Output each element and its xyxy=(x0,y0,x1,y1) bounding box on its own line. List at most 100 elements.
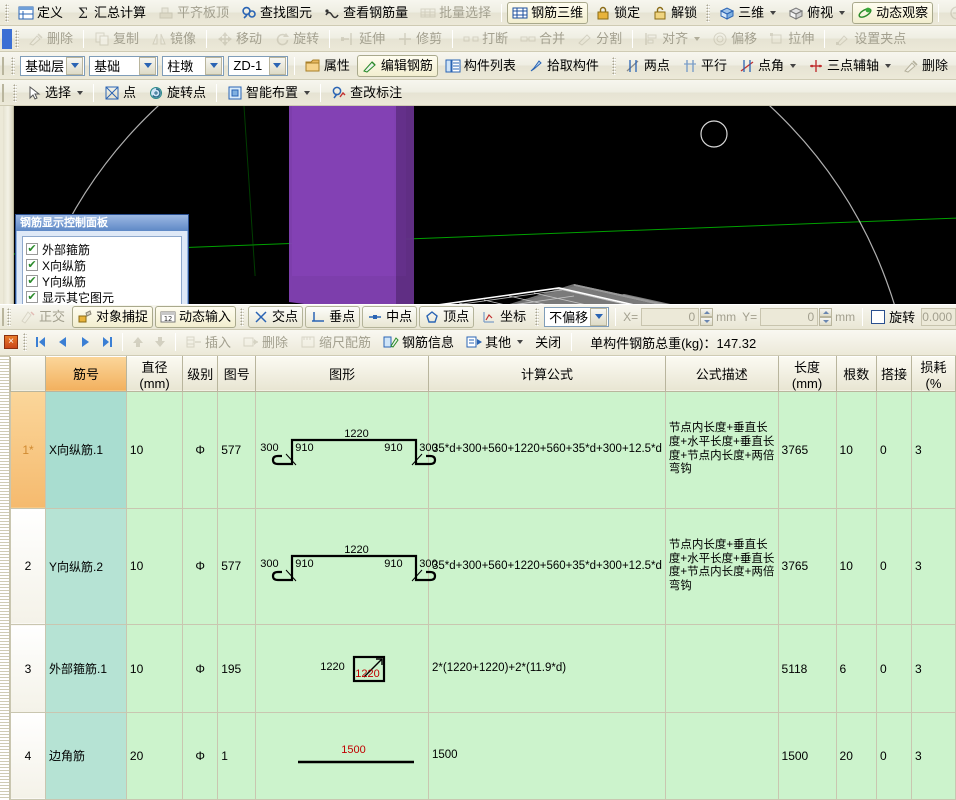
combo-component[interactable]: ZD-1 xyxy=(228,55,288,76)
toolbar-grip[interactable] xyxy=(240,307,245,326)
toolbar-button-sigma[interactable]: Σ 汇总计算 xyxy=(70,2,151,24)
cell-level[interactable]: Φ xyxy=(182,507,219,626)
x-coord-input[interactable]: 0 xyxy=(641,307,700,326)
table-body[interactable]: 1* X向纵筋.1 10 Φ 577 300 910 1220 910 300 35*d+300+5… xyxy=(9,390,956,800)
cell-figno[interactable]: 577 xyxy=(217,507,257,626)
spinner-up-icon[interactable] xyxy=(700,307,714,317)
cell-figure[interactable]: 1500 xyxy=(255,711,429,800)
row-index-cell[interactable]: 1* xyxy=(9,390,47,509)
column-header-diameter[interactable]: 直径(mm) xyxy=(125,355,184,392)
toolbar-button-rebar-3d[interactable]: 钢筋三维 xyxy=(507,1,589,24)
cell-lap[interactable]: 0 xyxy=(875,390,912,509)
toolbar-button-check-annotation[interactable]: 查改标注 xyxy=(326,82,407,104)
snap-coordinate[interactable]: 坐标 xyxy=(476,306,531,328)
checkbox-0[interactable]: ✔ xyxy=(26,243,38,255)
last-record[interactable] xyxy=(97,332,117,352)
row-index-cell[interactable]: 2 xyxy=(9,507,47,626)
cell-figno[interactable]: 195 xyxy=(217,624,257,713)
cell-length[interactable]: 3765 xyxy=(777,507,837,626)
cell-count[interactable]: 10 xyxy=(835,390,877,509)
toolbar-button-other[interactable]: 其他 xyxy=(461,331,528,353)
table-row[interactable]: 2 Y向纵筋.2 10 Φ 577 300 910 1220 910 300 35*d+300+56… xyxy=(9,507,956,626)
chevron-down-icon[interactable] xyxy=(789,63,796,68)
toolbar-button-two-point[interactable]: 两点 xyxy=(620,55,675,77)
toolbar-button-point[interactable]: 点 xyxy=(99,82,141,104)
toolbar-button-point-angle[interactable]: 点角 xyxy=(734,55,801,77)
cell-description[interactable]: 节点内长度+垂直长度+水平长度+垂直长度+节点内长度+两倍弯钩 xyxy=(664,390,779,509)
cell-figure[interactable]: 1220 1220 xyxy=(255,624,429,713)
column-header-formula[interactable]: 计算公式 xyxy=(428,355,666,392)
y-coord-spinner[interactable] xyxy=(819,307,833,326)
table-row[interactable]: 3 外部箍筋.1 10 Φ 195 1220 1220 2*(1220+1220)+2*(11… xyxy=(9,624,956,713)
toolbar-grip[interactable] xyxy=(535,307,540,326)
cell-rebar-name[interactable]: X向纵筋.1 xyxy=(45,390,127,509)
rebar-table[interactable]: 筋号 直径(mm) 级别 图号 图形 计算公式 公式描述 长度(mm) 根数 搭接 损耗(% 1* X… xyxy=(9,355,956,800)
cell-formula[interactable]: 2*(1220+1220)+2*(11.9*d) xyxy=(428,624,666,713)
toolbar-button-rebar-info[interactable]: 钢筋信息 xyxy=(378,331,459,353)
column-header-lap[interactable]: 搭接 xyxy=(875,355,912,392)
chevron-down-icon[interactable] xyxy=(268,56,286,75)
prev-record[interactable] xyxy=(53,332,73,352)
cell-rebar-name[interactable]: Y向纵筋.2 xyxy=(45,507,127,626)
toolbar-button-properties[interactable]: 属性 xyxy=(300,55,355,77)
cell-figure[interactable]: 300 910 1220 910 300 xyxy=(255,390,438,509)
cell-diameter[interactable]: 10 xyxy=(125,507,184,626)
cell-diameter[interactable]: 20 xyxy=(125,711,184,800)
toolbar-grip[interactable] xyxy=(611,56,616,75)
chevron-down-icon[interactable] xyxy=(66,56,84,75)
toolbar-button-edit-rebar[interactable]: 编辑钢筋 xyxy=(356,54,438,77)
cell-description[interactable] xyxy=(664,624,779,713)
panel-checkbox-row[interactable]: ✔ 显示其它图元 xyxy=(26,289,178,304)
chevron-down-icon[interactable] xyxy=(884,63,891,68)
cell-formula[interactable]: 35*d+300+560+1220+560+35*d+300+12.5*d xyxy=(428,390,666,509)
chevron-down-icon[interactable] xyxy=(139,56,157,75)
panel-checkbox-row[interactable]: ✔ 外部箍筋 xyxy=(26,241,178,257)
toolbar-button-rotate-point[interactable]: 旋转点 xyxy=(143,82,211,104)
toolbar-grip[interactable] xyxy=(15,29,19,48)
cell-length[interactable]: 1500 xyxy=(777,711,837,800)
spinner-down-icon[interactable] xyxy=(819,316,833,326)
rebar-display-control-panel[interactable]: 钢筋显示控制面板 ✔外部箍筋✔X向纵筋✔Y向纵筋✔显示其它图元✔显示详细公式 xyxy=(15,214,189,304)
table-row[interactable]: 4 边角筋 20 Φ 1 1500 1500 1500 20 0 3 xyxy=(9,711,956,800)
chevron-down-icon[interactable] xyxy=(770,10,777,15)
cell-lap[interactable]: 0 xyxy=(875,711,912,800)
cell-level[interactable]: Φ xyxy=(182,390,219,509)
rebar-table-container[interactable]: 筋号 直径(mm) 级别 图号 图形 计算公式 公式描述 长度(mm) 根数 搭接 损耗(% 1* X… xyxy=(0,355,956,800)
column-header-figure[interactable]: 图形 xyxy=(255,355,429,392)
cell-diameter[interactable]: 10 xyxy=(125,624,184,713)
column-header-name[interactable]: 筋号 xyxy=(45,355,127,392)
cell-lap[interactable]: 0 xyxy=(875,624,912,713)
toolbar-button-view-rebar[interactable]: 查看钢筋量 xyxy=(319,2,413,24)
chevron-down-icon[interactable] xyxy=(590,307,608,326)
cell-formula[interactable]: 35*d+300+560+1220+560+35*d+300+12.5*d xyxy=(428,507,666,626)
cell-lap[interactable]: 0 xyxy=(875,507,912,626)
column-header-level[interactable]: 级别 xyxy=(182,355,219,392)
rotate-input[interactable]: 0.000 xyxy=(921,307,956,326)
close-grid-button[interactable]: 关闭 xyxy=(530,331,566,353)
3d-viewport[interactable]: D 8 Z X Y 4000 xyxy=(0,106,956,304)
checkbox-1[interactable]: ✔ xyxy=(26,259,38,271)
toolbar-button-orbit[interactable]: 动态观察 xyxy=(852,1,934,24)
snap-perpendicular[interactable]: 垂点 xyxy=(305,305,361,328)
toolbar-grip[interactable] xyxy=(13,83,17,102)
column-header-description[interactable]: 公式描述 xyxy=(664,355,779,392)
table-row[interactable]: 1* X向纵筋.1 10 Φ 577 300 910 1220 910 300 35*d+300+5… xyxy=(9,390,956,509)
toolbar-grip[interactable] xyxy=(7,307,11,326)
spinner-down-icon[interactable] xyxy=(700,316,714,326)
chevron-down-icon[interactable] xyxy=(694,36,701,41)
panel-checkbox-row[interactable]: ✔ X向纵筋 xyxy=(26,257,178,273)
cell-description[interactable] xyxy=(664,711,779,800)
cell-figno[interactable]: 1 xyxy=(217,711,257,800)
toolbar-grip[interactable] xyxy=(11,56,16,75)
checkbox-3[interactable]: ✔ xyxy=(26,291,38,303)
checkbox-2[interactable]: ✔ xyxy=(26,275,38,287)
chevron-down-icon[interactable] xyxy=(839,10,846,15)
toolbar-grip[interactable] xyxy=(23,333,27,352)
toolbar-button-three-point-axis[interactable]: 三点辅轴 xyxy=(803,55,896,77)
panel-checkbox-row[interactable]: ✔ Y向纵筋 xyxy=(26,273,178,289)
viewport-scrollbar[interactable] xyxy=(3,106,14,304)
column-header-idx[interactable] xyxy=(9,355,47,392)
toolbar-button-smart-layout[interactable]: 智能布置 xyxy=(222,82,315,104)
toolbar-button-parallel[interactable]: 平行 xyxy=(677,55,732,77)
snap-vertex[interactable]: 顶点 xyxy=(419,305,475,328)
